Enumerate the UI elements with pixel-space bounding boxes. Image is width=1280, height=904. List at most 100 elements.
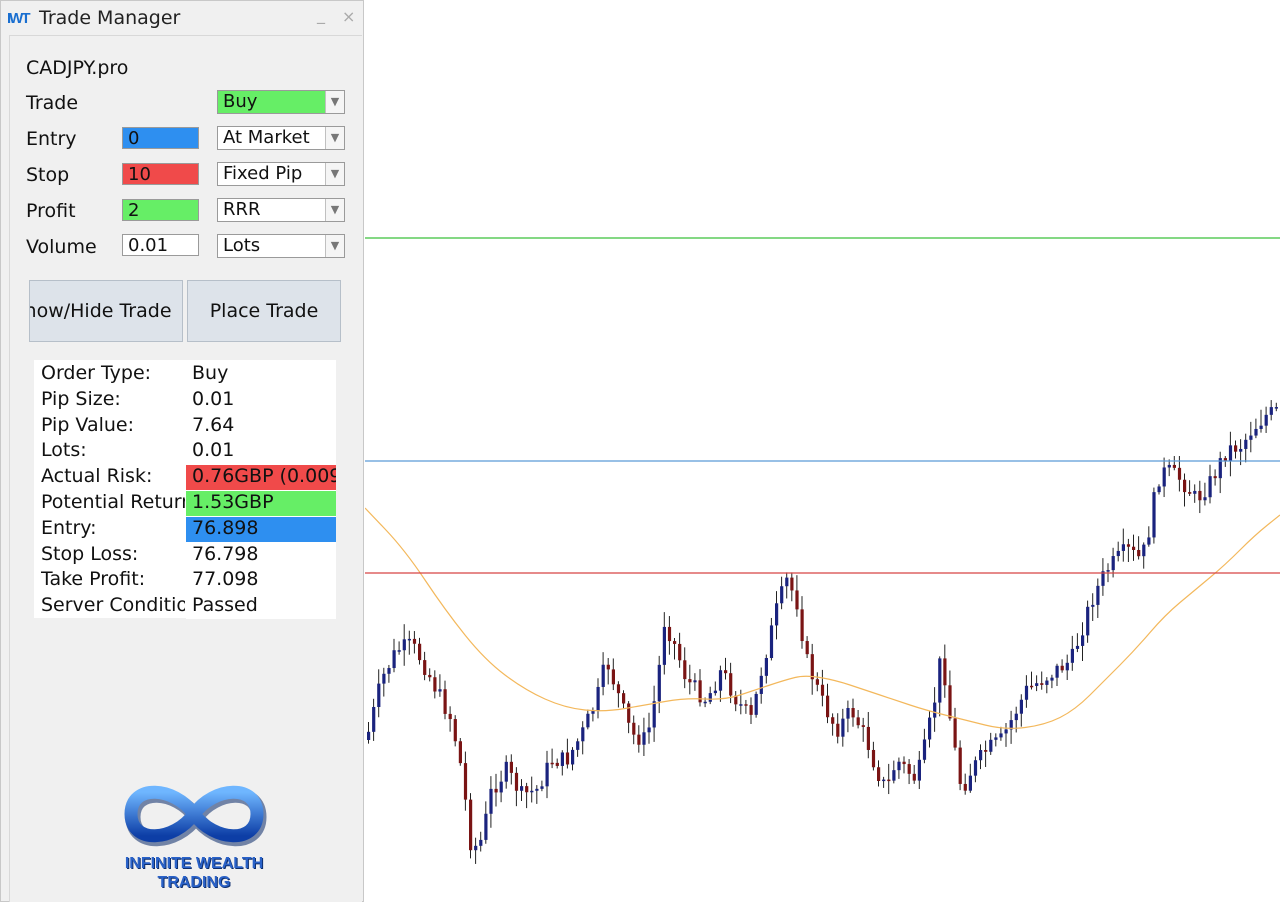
candle-body <box>397 650 401 652</box>
candle-body <box>922 739 927 760</box>
candle-body <box>688 679 692 683</box>
info-value: Passed <box>186 594 336 620</box>
candle-body <box>571 749 575 765</box>
trade-label: Trade <box>26 92 79 114</box>
info-key: Server Conditions: <box>41 594 185 617</box>
stop-input[interactable]: 10 <box>122 163 199 185</box>
profit-input[interactable]: 2 <box>122 199 199 221</box>
candle-body <box>989 739 993 752</box>
candle-body <box>1060 665 1064 671</box>
candle-body <box>1223 458 1227 461</box>
candle-body <box>1177 467 1182 480</box>
candle-body <box>555 762 559 766</box>
info-value: 0.01 <box>186 387 336 413</box>
candle-body <box>535 788 539 791</box>
chevron-down-icon[interactable]: ▼ <box>325 235 344 257</box>
candle-body <box>1254 428 1258 436</box>
candle-body <box>1183 479 1187 493</box>
entry-input[interactable]: 0 <box>122 127 199 149</box>
profit-label: Profit <box>26 200 76 222</box>
info-key: Pip Value: <box>41 413 134 436</box>
candle-body <box>897 761 901 771</box>
candle-body <box>1203 497 1207 501</box>
candle-body <box>382 673 386 684</box>
candle-body <box>1198 490 1202 501</box>
show-hide-trade-button[interactable]: Show/Hide Trade <box>29 280 183 342</box>
candle-body <box>453 719 457 742</box>
place-trade-button[interactable]: Place Trade <box>187 280 341 342</box>
candle-body <box>892 770 896 781</box>
candle-body <box>953 718 957 748</box>
candle-body <box>647 727 651 733</box>
candle-body <box>851 708 855 718</box>
candle-body <box>520 786 524 791</box>
info-key: Pip Size: <box>41 387 121 410</box>
candle-body <box>1152 492 1156 538</box>
candle-body <box>739 704 743 706</box>
candle-body <box>1014 713 1018 721</box>
stop-type-dropdown[interactable]: Fixed Pip ▼ <box>217 162 345 186</box>
candle-body <box>443 689 447 714</box>
chevron-down-icon[interactable]: ▼ <box>325 127 344 149</box>
candle-body <box>795 590 799 610</box>
profit-type-dropdown[interactable]: RRR ▼ <box>217 198 345 222</box>
volume-label: Volume <box>26 236 97 258</box>
volume-input[interactable]: 0.01 <box>122 234 199 256</box>
candle-body <box>392 650 396 669</box>
candle-body <box>877 767 881 781</box>
candle-body <box>622 693 626 704</box>
brand-line-1: INFINITE WEALTH <box>124 855 264 872</box>
trade-direction-dropdown[interactable]: Buy ▼ <box>217 90 345 114</box>
entry-type-dropdown[interactable]: At Market ▼ <box>217 126 345 150</box>
chevron-down-icon[interactable]: ▼ <box>325 163 344 185</box>
close-icon[interactable]: × <box>342 7 355 26</box>
candle-body <box>1157 486 1161 493</box>
candle-body <box>718 670 723 691</box>
candle-body <box>484 813 488 840</box>
candle-body <box>938 658 942 703</box>
candle-body <box>509 761 513 773</box>
info-value: 0.76GBP (0.009 <box>186 465 336 491</box>
candle-body <box>581 727 585 742</box>
candle-body <box>1167 464 1171 468</box>
candle-body <box>377 683 381 707</box>
candle-body <box>1050 677 1054 681</box>
candle-body <box>1264 414 1268 426</box>
info-row: Potential Return: 1.53GBP <box>34 491 336 517</box>
volume-type-value: Lots <box>223 235 261 256</box>
stop-type-value: Fixed Pip <box>223 163 303 184</box>
candle-body <box>448 713 452 720</box>
info-row: Pip Value: 7.64 <box>34 413 336 440</box>
candle-body <box>387 668 391 674</box>
chevron-down-icon[interactable]: ▼ <box>325 199 344 221</box>
candle-body <box>1091 604 1095 607</box>
candle-body <box>928 717 932 740</box>
info-value: Buy <box>186 362 336 387</box>
minimize-icon[interactable]: _ <box>317 5 325 24</box>
chevron-down-icon[interactable]: ▼ <box>325 91 344 113</box>
candle-body <box>979 750 983 761</box>
candle-body <box>1081 635 1085 646</box>
candle-body <box>1030 685 1034 688</box>
info-value: 77.098 <box>186 568 336 594</box>
candle-body <box>1075 645 1080 649</box>
info-value: 76.798 <box>186 542 336 568</box>
info-value: 76.898 <box>186 516 336 542</box>
price-chart[interactable] <box>365 0 1280 904</box>
candle-body <box>616 684 621 694</box>
candle-body <box>606 664 610 670</box>
volume-type-dropdown[interactable]: Lots ▼ <box>217 234 345 258</box>
candle-body <box>846 708 850 719</box>
candle-body <box>673 641 677 644</box>
brand-line-2: TRADING <box>157 874 231 891</box>
title-bar[interactable]: IWT Trade Manager _ × <box>1 1 363 35</box>
candle-body <box>790 577 794 591</box>
candle-body <box>1004 729 1008 734</box>
candle-body <box>1137 549 1141 557</box>
candle-body <box>1019 699 1023 714</box>
candle-body <box>856 717 860 726</box>
candle-body <box>611 669 615 685</box>
candle-body <box>407 638 411 641</box>
info-row: Pip Size: 0.01 <box>34 387 336 414</box>
info-key: Stop Loss: <box>41 542 139 565</box>
